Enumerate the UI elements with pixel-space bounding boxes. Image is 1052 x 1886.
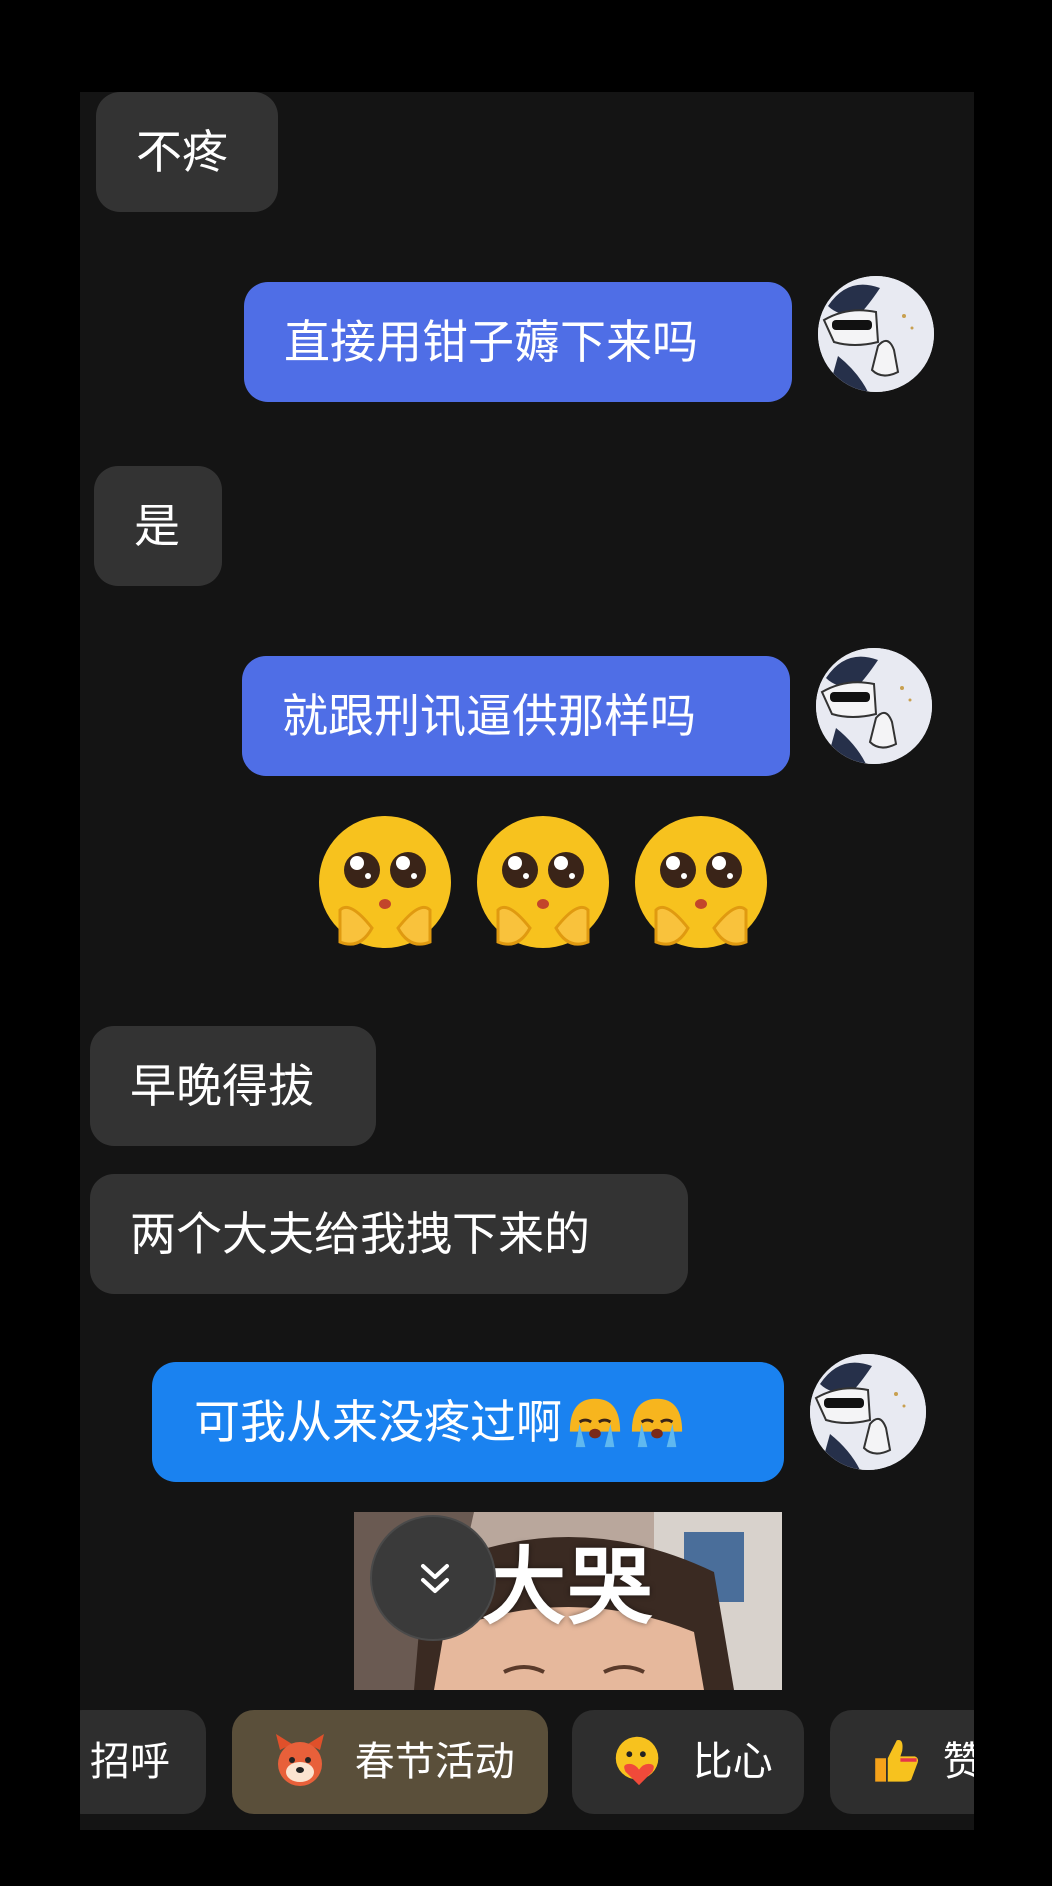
avatar-illustration-icon	[816, 648, 932, 764]
quick-action-greet[interactable]: 招呼	[80, 1710, 206, 1814]
message-outgoing[interactable]: 可我从来没疼过啊	[152, 1362, 784, 1482]
pleading-hands-emoji-icon	[319, 816, 451, 948]
message-outgoing[interactable]: 就跟刑讯逼供那样吗	[242, 656, 790, 776]
emoji-message[interactable]	[310, 810, 780, 970]
quick-action-like[interactable]: 赞	[830, 1710, 974, 1814]
message-incoming[interactable]: 两个大夫给我拽下来的	[90, 1174, 688, 1294]
crying-emoji-icon	[569, 1398, 621, 1447]
user-avatar[interactable]	[818, 276, 934, 392]
thumbs-up-icon	[875, 1739, 919, 1782]
message-incoming[interactable]: 是	[94, 466, 222, 586]
quick-action-label: 招呼	[90, 1739, 170, 1785]
chat-screen: 不疼 直接用钳子薅下来吗 是 就跟刑讯逼供那样吗 早晚得拔 两个大夫给我拽下来的…	[80, 92, 974, 1830]
message-incoming[interactable]: 不疼	[96, 92, 278, 212]
user-avatar[interactable]	[816, 648, 932, 764]
message-incoming[interactable]: 早晚得拔	[90, 1026, 376, 1146]
pleading-hands-emoji-icon	[477, 816, 609, 948]
sticker-caption: 大哭	[482, 1538, 655, 1636]
avatar-illustration-icon	[818, 276, 934, 392]
quick-action-bar: 招呼 春节活动 比心 赞	[80, 1710, 974, 1820]
avatar-illustration-icon	[810, 1354, 926, 1470]
quick-action-spring-festival[interactable]: 春节活动	[232, 1710, 548, 1814]
quick-action-label: 春节活动	[354, 1739, 515, 1785]
quick-action-heart[interactable]: 比心	[572, 1710, 804, 1814]
heart-hands-icon	[615, 1736, 659, 1786]
quick-action-label: 赞	[942, 1739, 974, 1785]
festival-mascot-icon	[276, 1734, 324, 1786]
crying-emoji-icon	[631, 1398, 683, 1447]
double-chevron-down-icon	[421, 1564, 449, 1593]
user-avatar[interactable]	[810, 1354, 926, 1470]
quick-action-label: 比心	[692, 1739, 773, 1785]
scroll-to-bottom-button[interactable]	[370, 1515, 496, 1641]
message-outgoing[interactable]: 直接用钳子薅下来吗	[244, 282, 792, 402]
pleading-hands-emoji-icon	[635, 816, 767, 948]
message-text: 可我从来没疼过啊	[194, 1395, 562, 1449]
